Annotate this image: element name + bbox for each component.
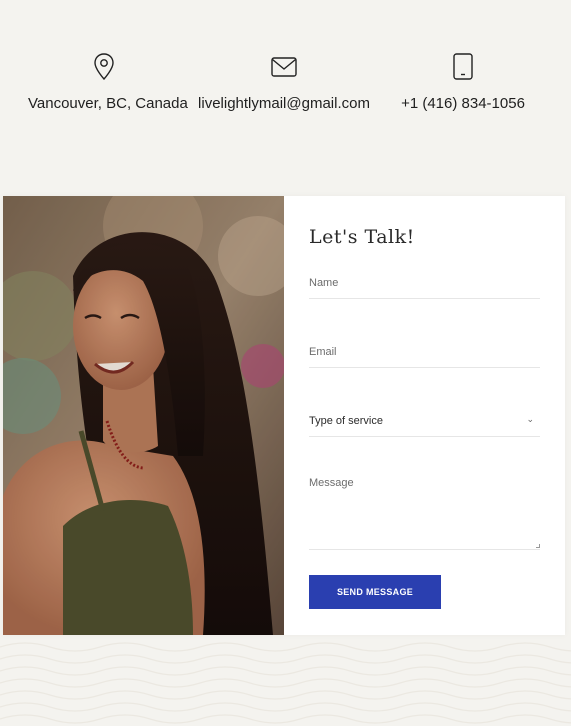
phone-text[interactable]: +1 (416) 834-1056 <box>398 95 528 112</box>
resize-handle-icon[interactable] <box>536 544 540 548</box>
message-field[interactable]: Message <box>309 477 540 550</box>
email-text[interactable]: livelightlymail@gmail.com <box>198 95 370 112</box>
contact-email[interactable]: livelightlymail@gmail.com <box>198 52 370 112</box>
name-field[interactable]: Name <box>309 277 540 299</box>
message-placeholder[interactable]: Message <box>309 477 540 489</box>
name-placeholder[interactable]: Name <box>309 277 540 289</box>
contact-info-section: Vancouver, BC, Canada livelightlymail@gm… <box>0 0 571 196</box>
contact-card: Let's Talk! Name Email Type of service ⌄… <box>3 196 565 635</box>
email-field[interactable]: Email <box>309 346 540 368</box>
chevron-down-icon[interactable]: ⌄ <box>526 414 534 425</box>
contact-form: Let's Talk! Name Email Type of service ⌄… <box>284 196 565 635</box>
wavy-background-pattern <box>0 635 571 726</box>
service-selected-value[interactable]: Type of service <box>309 415 540 427</box>
form-title: Let's Talk! <box>309 226 415 248</box>
email-placeholder[interactable]: Email <box>309 346 540 358</box>
location-text: Vancouver, BC, Canada <box>28 95 188 112</box>
send-message-button[interactable]: SEND MESSAGE <box>309 575 441 609</box>
contact-phone[interactable]: +1 (416) 834-1056 <box>398 52 528 112</box>
service-select[interactable]: Type of service ⌄ <box>309 414 540 437</box>
woman-portrait-photo <box>3 196 284 635</box>
portrait-illustration <box>3 196 284 635</box>
contact-location: Vancouver, BC, Canada <box>28 52 188 112</box>
tablet-icon <box>453 53 473 80</box>
envelope-icon <box>271 57 297 77</box>
map-pin-icon <box>94 53 114 81</box>
wave-pattern-decoration <box>0 642 571 724</box>
